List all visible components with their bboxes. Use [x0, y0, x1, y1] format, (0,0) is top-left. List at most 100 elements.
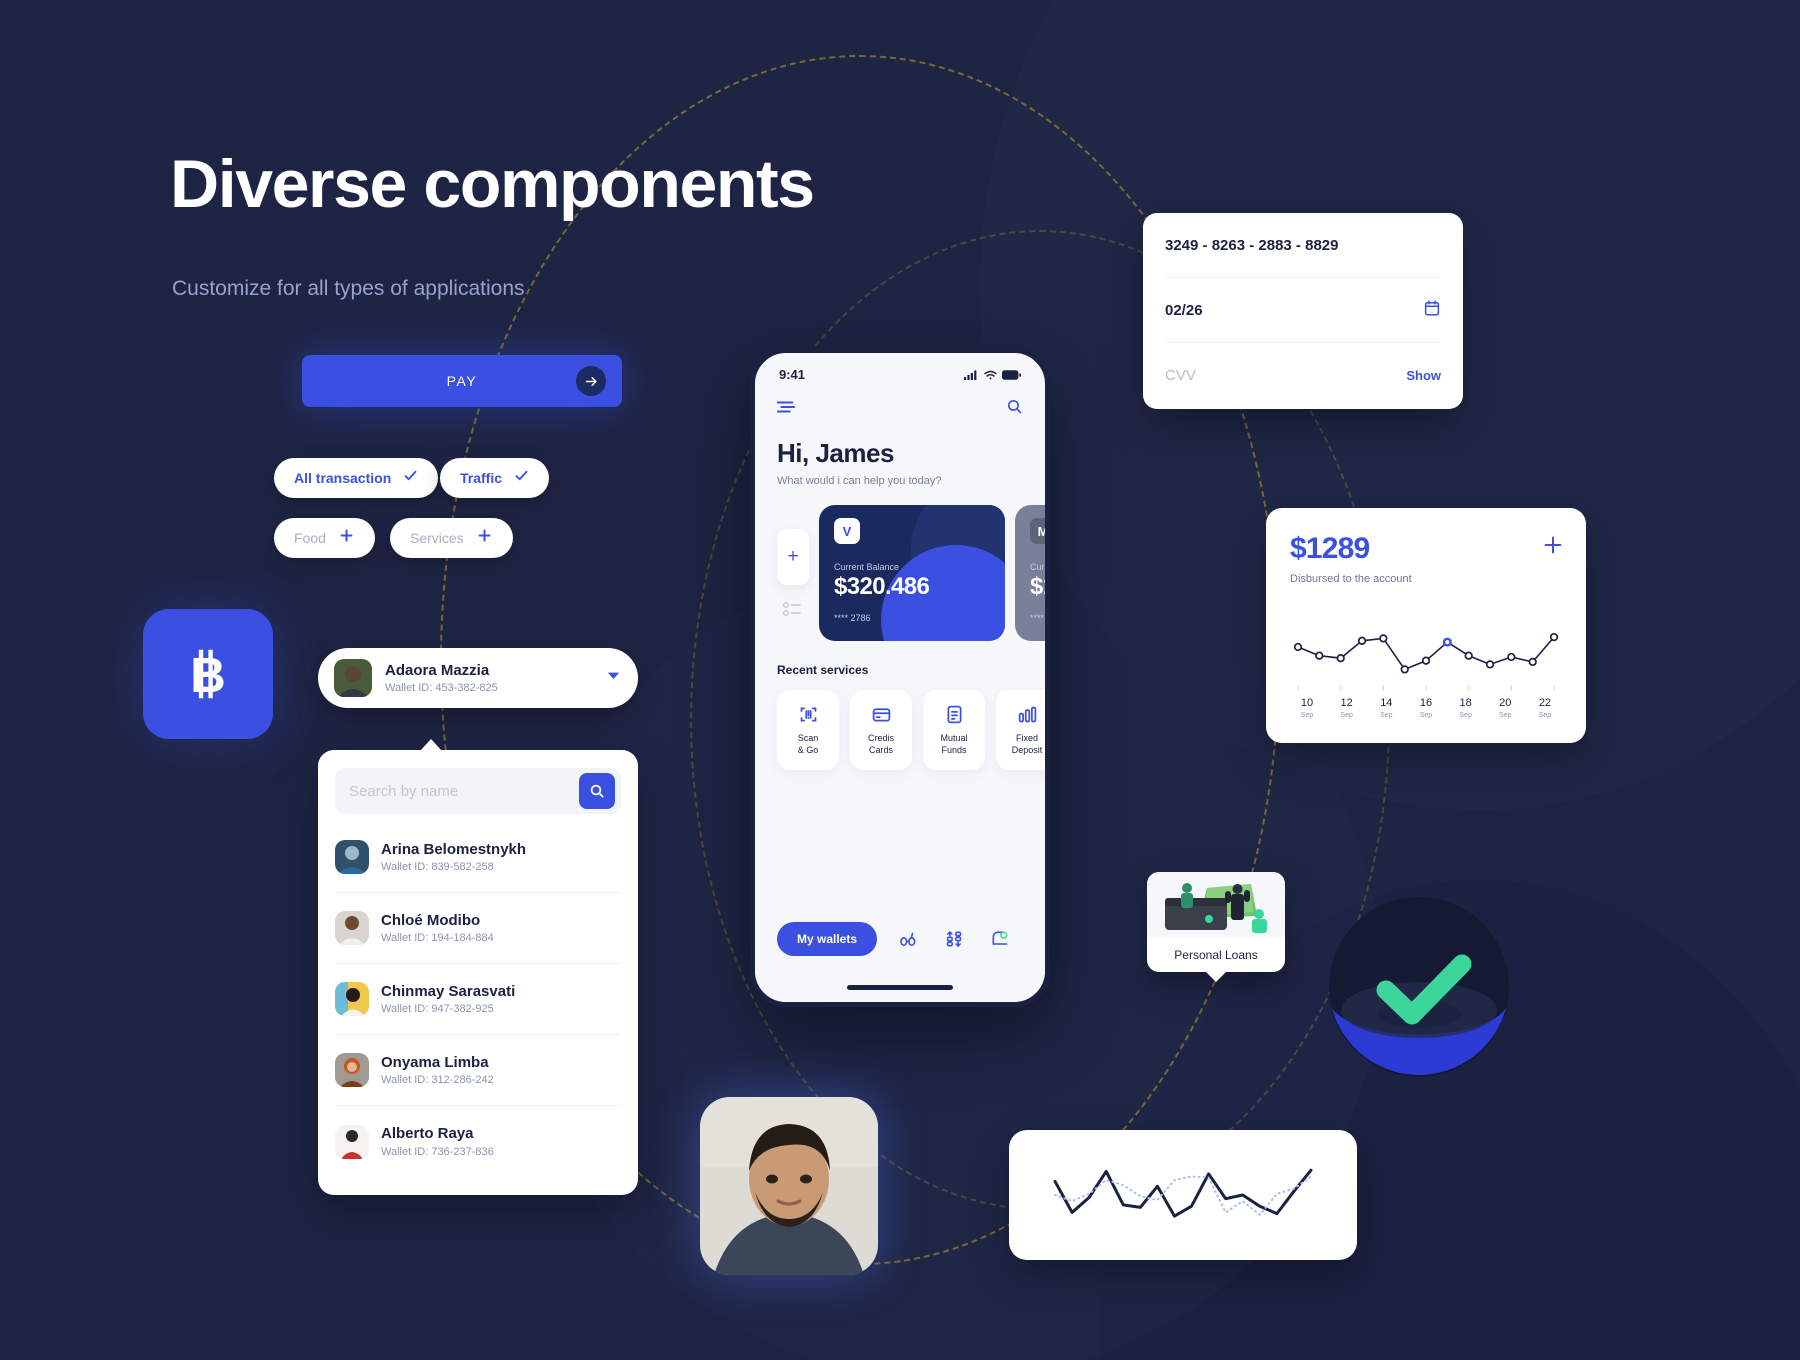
check-circle-icon — [1329, 897, 1509, 1077]
contacts-list: Arina Belomestnykh Wallet ID: 839-582-25… — [335, 822, 621, 1177]
page-subtitle: Customize for all types of applications — [172, 277, 525, 300]
tick-label: 14 — [1380, 697, 1393, 709]
tick-month: Sep — [1419, 712, 1433, 719]
greeting-subtitle: What would i can help you today? — [777, 475, 942, 487]
bar-chart-icon — [1018, 706, 1036, 723]
chip-label: Traffic — [460, 470, 503, 486]
show-cvv-button[interactable]: Show — [1406, 368, 1441, 383]
search-input[interactable] — [349, 782, 579, 800]
contact-wallet-id: Wallet ID: 312-286-242 — [381, 1074, 494, 1087]
add-card-button[interactable]: + — [777, 529, 809, 585]
cellular-signal-icon — [964, 370, 977, 380]
recent-services-title: Recent services — [777, 663, 869, 677]
calendar-icon[interactable] — [1423, 299, 1441, 322]
card-balance-amount: $1 — [1030, 573, 1045, 600]
disbursed-amount: $1289 — [1290, 532, 1370, 565]
card-expiry-value: 02/26 — [1165, 301, 1203, 319]
wallet-card-primary[interactable]: V Current Balance $320.486 **** 2786 — [819, 505, 1005, 641]
dual-series-line-chart — [1053, 1168, 1313, 1218]
list-item[interactable]: Chinmay Sarasvati Wallet ID: 947-382-925 — [335, 964, 621, 1035]
canvas: Diverse components Customize for all typ… — [0, 0, 1800, 1360]
personal-loans-card[interactable]: Personal Loans — [1147, 872, 1285, 982]
service-fixed-deposit[interactable]: Fixed Deposit — [996, 690, 1045, 770]
card-details-form: 3249 - 8263 - 2883 - 8829 02/26 CVV Show — [1143, 213, 1463, 409]
chart-axis-ticks: 10 Sep 12 Sep 14 Sep 16 Sep 18 Sep 20 Sep 22 Se… — [1290, 693, 1562, 719]
person-wallet-id: Wallet ID: 453-382-825 — [385, 682, 498, 695]
chip-food[interactable]: Food — [274, 518, 375, 558]
card-number-value: 3249 - 8263 - 2883 - 8829 — [1165, 236, 1339, 254]
person-select-text: Adaora Mazzia Wallet ID: 453-382-825 — [385, 662, 498, 695]
contact-wallet-id: Wallet ID: 839-582-258 — [381, 861, 494, 874]
plus-icon — [476, 527, 493, 549]
check-icon — [403, 468, 418, 488]
person-name: Adaora Mazzia — [385, 661, 490, 679]
scan-icon — [800, 707, 816, 722]
battery-icon — [1002, 369, 1021, 380]
chevron-down-icon[interactable] — [605, 667, 622, 689]
nav-transfer[interactable] — [939, 922, 969, 956]
list-item[interactable]: Arina Belomestnykh Wallet ID: 839-582-25… — [335, 822, 621, 893]
phone-greeting: Hi, James What would i can help you toda… — [755, 420, 1045, 487]
status-time: 9:41 — [779, 367, 806, 382]
tick-label: 22 — [1538, 697, 1552, 709]
card-expiry-row[interactable]: 02/26 — [1165, 278, 1441, 343]
check-icon — [514, 468, 529, 488]
contacts-panel: Arina Belomestnykh Wallet ID: 839-582-25… — [318, 739, 638, 1195]
card-brand-logo: V — [834, 518, 860, 544]
credit-card-icon — [872, 708, 890, 722]
card-balance-label: Current Balance — [1030, 562, 1048, 572]
service-credit-cards[interactable]: Credis Cards — [850, 690, 912, 770]
contact-wallet-id: Wallet ID: 947-382-925 — [381, 1003, 494, 1016]
plus-icon[interactable] — [1542, 534, 1564, 556]
card-balance-amount: $320.486 — [834, 573, 930, 600]
service-label-line2: Funds — [941, 744, 967, 755]
contact-name: Chloé Modibo — [381, 911, 481, 929]
avatar — [335, 911, 369, 945]
search-button[interactable] — [579, 773, 615, 809]
plus-icon — [338, 527, 355, 549]
search-icon[interactable] — [1006, 398, 1023, 420]
service-label-line2: Deposit — [1011, 744, 1043, 755]
phone-top-bar — [755, 382, 1045, 420]
disbursed-caption: Disbursed to the account — [1290, 573, 1412, 585]
arrow-right-icon — [576, 366, 606, 396]
tick-label: 16 — [1419, 697, 1433, 709]
list-item[interactable]: Alberto Raya Wallet ID: 736-237-836 — [335, 1106, 621, 1177]
chip-label: All transaction — [294, 470, 392, 486]
chip-label: Services — [410, 530, 464, 546]
service-label-line1: Scan — [797, 733, 819, 744]
service-mutual-funds[interactable]: Mutual Funds — [923, 690, 985, 770]
tick-month: Sep — [1499, 712, 1512, 719]
personal-loans-label: Personal Loans — [1174, 948, 1258, 962]
document-icon — [947, 706, 961, 724]
service-scan-and-go[interactable]: Scan & Go — [777, 690, 839, 770]
hamburger-icon[interactable] — [776, 400, 796, 419]
list-view-icon[interactable] — [783, 601, 803, 617]
list-item[interactable]: Onyama Limba Wallet ID: 312-286-242 — [335, 1035, 621, 1106]
home-indicator — [847, 985, 953, 990]
nav-my-wallets[interactable]: My wallets — [777, 922, 878, 956]
avatar — [335, 1124, 369, 1159]
search-bar — [335, 768, 621, 814]
card-balance-label: Current Balance — [834, 562, 900, 572]
dual-series-line-chart-card — [1009, 1130, 1357, 1260]
person-select-dropdown[interactable]: Adaora Mazzia Wallet ID: 453-382-825 — [318, 648, 638, 708]
card-cvv-row[interactable]: CVV Show — [1165, 343, 1441, 408]
pay-button-label: PAY — [446, 373, 478, 389]
tick-month: Sep — [1300, 712, 1314, 719]
phone-status-bar: 9:41 — [755, 353, 1045, 382]
pay-button[interactable]: PAY — [302, 355, 622, 407]
card-number-mask: **** 2786 — [834, 613, 871, 623]
card-number-mask: **** 2 — [1030, 613, 1050, 623]
list-item[interactable]: Chloé Modibo Wallet ID: 194-184-884 — [335, 893, 621, 964]
chip-services[interactable]: Services — [390, 518, 513, 558]
greeting-title: Hi, James — [777, 438, 894, 468]
nav-analytics[interactable] — [893, 922, 923, 956]
wallet-card-secondary[interactable]: M Current Balance $1 **** 2 — [1015, 505, 1050, 641]
phone-bottom-nav: My wallets — [755, 906, 1045, 1002]
bitcoin-icon-tile[interactable]: B — [143, 609, 273, 739]
nav-shield-badge[interactable] — [985, 922, 1015, 956]
card-number-row[interactable]: 3249 - 8263 - 2883 - 8829 — [1165, 213, 1441, 278]
chip-traffic[interactable]: Traffic — [440, 458, 550, 498]
chip-all-transaction[interactable]: All transaction — [274, 458, 439, 498]
